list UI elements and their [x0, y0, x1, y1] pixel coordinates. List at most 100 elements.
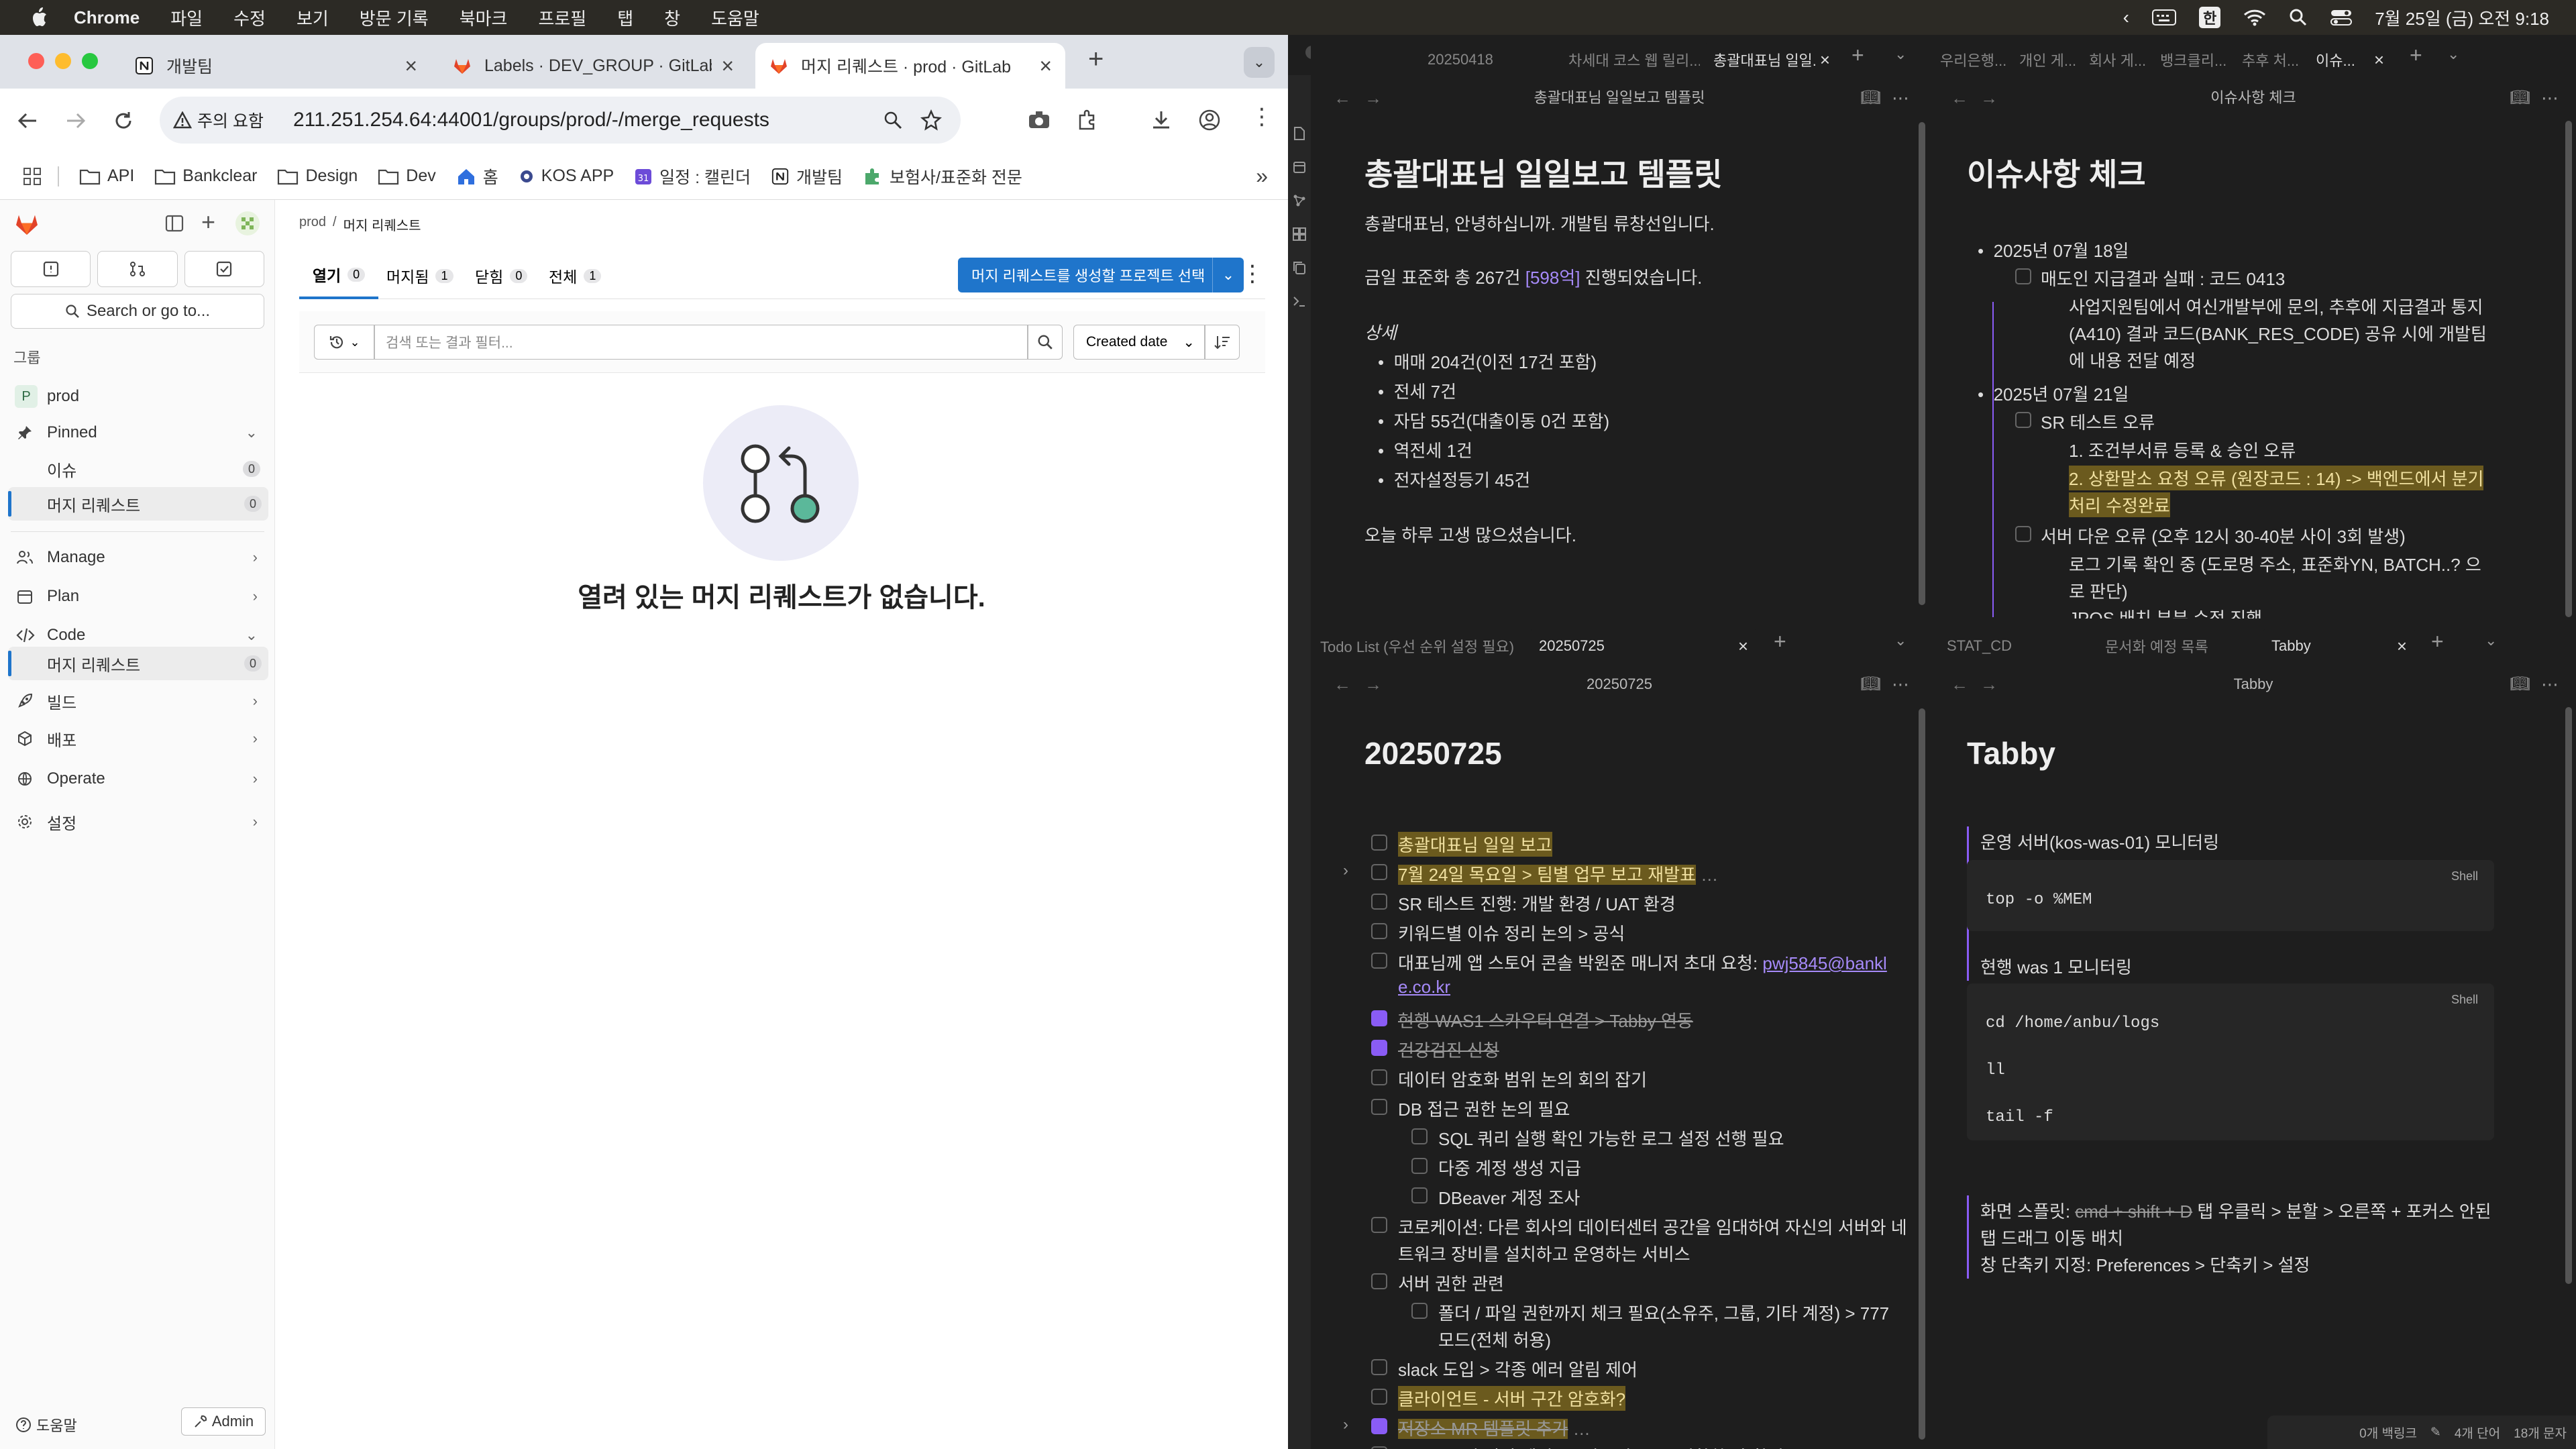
more-options-icon[interactable]: ⋯ — [1892, 78, 1909, 118]
todo-checkbox[interactable] — [1371, 1389, 1387, 1405]
tab-issues[interactable]: 이슈... × — [2306, 42, 2394, 78]
apple-icon[interactable] — [30, 6, 50, 29]
tab-tabby[interactable]: Tabby × — [2262, 628, 2416, 664]
email-link[interactable]: e.co.kr — [1398, 977, 1450, 998]
back-arrow-icon[interactable]: ← — [1334, 78, 1351, 118]
bookmark-home[interactable]: 홈 — [456, 164, 498, 189]
reading-view-icon[interactable]: 📖︎ — [1861, 78, 1881, 118]
edit-pencil-icon[interactable]: ✎ — [2430, 1425, 2441, 1440]
todo-checkbox[interactable] — [1411, 1303, 1428, 1319]
new-tab-icon[interactable]: + — [2431, 629, 2444, 654]
more-actions-icon[interactable]: ⋮ — [1241, 260, 1264, 287]
tab-list-chevron-icon[interactable]: ⌄ — [1894, 46, 1907, 63]
camera-icon[interactable] — [1028, 110, 1051, 130]
forward-arrow-icon[interactable]: → — [1980, 664, 1998, 704]
tab-stat-cd[interactable]: STAT_CD — [1937, 628, 2092, 664]
warning-icon[interactable] — [173, 111, 192, 129]
close-icon[interactable]: × — [2374, 50, 2384, 70]
tab-todo-list[interactable]: Todo List (우선 순위 설정 필요) — [1311, 628, 1525, 664]
gitlab-logo-icon[interactable] — [13, 211, 40, 237]
menu-window[interactable]: 창 — [664, 5, 680, 30]
create-new-icon[interactable]: + — [201, 208, 215, 236]
sort-dropdown[interactable]: Created date ⌄ — [1073, 325, 1205, 360]
back-arrow-icon[interactable]: ← — [1951, 664, 1968, 704]
copy-icon[interactable] — [1292, 260, 1307, 275]
bookmark-dev[interactable]: Dev — [378, 166, 436, 186]
new-tab-icon[interactable]: + — [1088, 44, 1104, 74]
user-avatar[interactable] — [235, 211, 260, 236]
address-bar[interactable]: 주의 요함 211.251.254.64:44001/groups/prod/-… — [160, 97, 961, 144]
minimize-window-button[interactable] — [55, 53, 71, 69]
bookmark-bankclear[interactable]: Bankclear — [154, 166, 257, 186]
menu-view[interactable]: 보기 — [297, 5, 329, 30]
close-icon[interactable]: × — [1820, 50, 1830, 70]
reload-icon[interactable] — [113, 110, 134, 131]
tab-closed[interactable]: 닫힘 0 — [475, 252, 528, 299]
url-text[interactable]: 211.251.254.64:44001/groups/prod/-/merge… — [293, 109, 769, 131]
sidebar-toggle-icon[interactable] — [165, 215, 184, 232]
terminal-icon[interactable] — [1292, 294, 1307, 309]
star-icon[interactable] — [920, 109, 942, 131]
close-window-button[interactable] — [28, 53, 44, 69]
chrome-tab-labels[interactable]: Labels · DEV_GROUP · GitLab × — [439, 43, 747, 89]
menu-tab[interactable]: 탭 — [617, 5, 633, 30]
todo-checkbox[interactable] — [1371, 953, 1387, 969]
issues-shortcut-button[interactable] — [11, 251, 91, 287]
tab-open[interactable]: 열기 0 — [299, 252, 378, 299]
keyboard-icon[interactable] — [2151, 9, 2176, 25]
sidebar-pinned[interactable]: Pinned ⌄ — [0, 416, 275, 449]
menu-help[interactable]: 도움말 — [711, 5, 759, 30]
recent-searches-button[interactable]: ⌄ — [314, 325, 374, 360]
select-project-for-mr-button[interactable]: 머지 리퀘스트를 생성할 프로젝트 선택 ⌄ — [958, 258, 1244, 292]
back-arrow-icon[interactable] — [16, 110, 39, 131]
email-link[interactable]: pwj5845@bankl — [1762, 953, 1886, 973]
file-explorer-icon[interactable] — [1292, 126, 1307, 141]
calendar-icon[interactable] — [1292, 160, 1307, 174]
tab-search-button[interactable]: ⌄ — [1244, 47, 1275, 78]
close-icon[interactable]: × — [405, 54, 417, 78]
tab-list-chevron-icon[interactable]: ⌄ — [2447, 46, 2459, 63]
bookmark-kos-app[interactable]: KOS APP — [519, 166, 614, 186]
zoom-window-button[interactable] — [82, 53, 98, 69]
breadcrumb-merge-requests[interactable]: 머지 리퀘스트 — [343, 215, 421, 234]
menu-profile[interactable]: 프로필 — [538, 5, 586, 30]
more-menu-icon[interactable]: ⋮ — [1250, 103, 1273, 130]
fold-chevron-icon[interactable]: › — [1343, 1415, 1348, 1434]
admin-button[interactable]: Admin — [181, 1407, 266, 1436]
todo-checkbox-checked[interactable] — [1371, 1418, 1387, 1434]
todo-checkbox[interactable] — [1411, 1128, 1428, 1144]
sidebar-operate[interactable]: Operate › — [0, 762, 275, 796]
tab-20250418[interactable]: 20250418 — [1418, 42, 1552, 78]
input-method-indicator[interactable]: 한 — [2198, 7, 2221, 28]
security-label[interactable]: 주의 요함 — [197, 108, 264, 132]
tab-merged[interactable]: 머지됨 1 — [386, 252, 453, 299]
filter-search-input[interactable]: 검색 또는 결과 필터... — [374, 325, 1028, 360]
sidebar-settings[interactable]: 설정 › — [0, 805, 275, 839]
task-checkbox[interactable] — [2015, 412, 2031, 428]
apps-grid-icon[interactable] — [23, 167, 42, 186]
chevron-left-icon[interactable]: ‹ — [2123, 7, 2129, 28]
bookmark-api[interactable]: API — [79, 166, 134, 186]
chrome-tab-merge-requests[interactable]: 머지 리퀘스트 · prod · GitLab × — [755, 43, 1065, 89]
code-block[interactable]: Shell top -o %MEM — [1967, 860, 2494, 931]
back-arrow-icon[interactable]: ← — [1951, 78, 1968, 118]
chevron-down-icon[interactable]: ⌄ — [1213, 266, 1244, 284]
forward-arrow-icon[interactable]: → — [1364, 78, 1382, 118]
reading-view-icon[interactable]: 📖︎ — [2510, 78, 2530, 118]
tab-personal-board[interactable]: 개인 게... — [2010, 42, 2076, 78]
bookmark-insurance[interactable]: 보험사/표준화 전문 — [863, 164, 1022, 189]
menu-edit[interactable]: 수정 — [233, 5, 266, 30]
todo-checkbox[interactable] — [1371, 1069, 1387, 1085]
close-icon[interactable]: × — [721, 54, 734, 78]
todo-checkbox-checked[interactable] — [1371, 1010, 1387, 1026]
code-block[interactable]: Shell cd /home/anbu/logs ll tail -f — [1967, 983, 2494, 1140]
todo-checkbox[interactable] — [1371, 835, 1387, 851]
control-center-icon[interactable] — [2330, 9, 2353, 26]
menu-history[interactable]: 방문 기록 — [360, 5, 429, 30]
menu-file[interactable]: 파일 — [170, 5, 203, 30]
sort-direction-button[interactable] — [1205, 325, 1240, 360]
task-checkbox[interactable] — [2015, 268, 2031, 284]
breadcrumb-prod[interactable]: prod — [299, 215, 326, 234]
more-options-icon[interactable]: ⋯ — [2541, 664, 2559, 704]
profile-icon[interactable] — [1198, 109, 1221, 131]
